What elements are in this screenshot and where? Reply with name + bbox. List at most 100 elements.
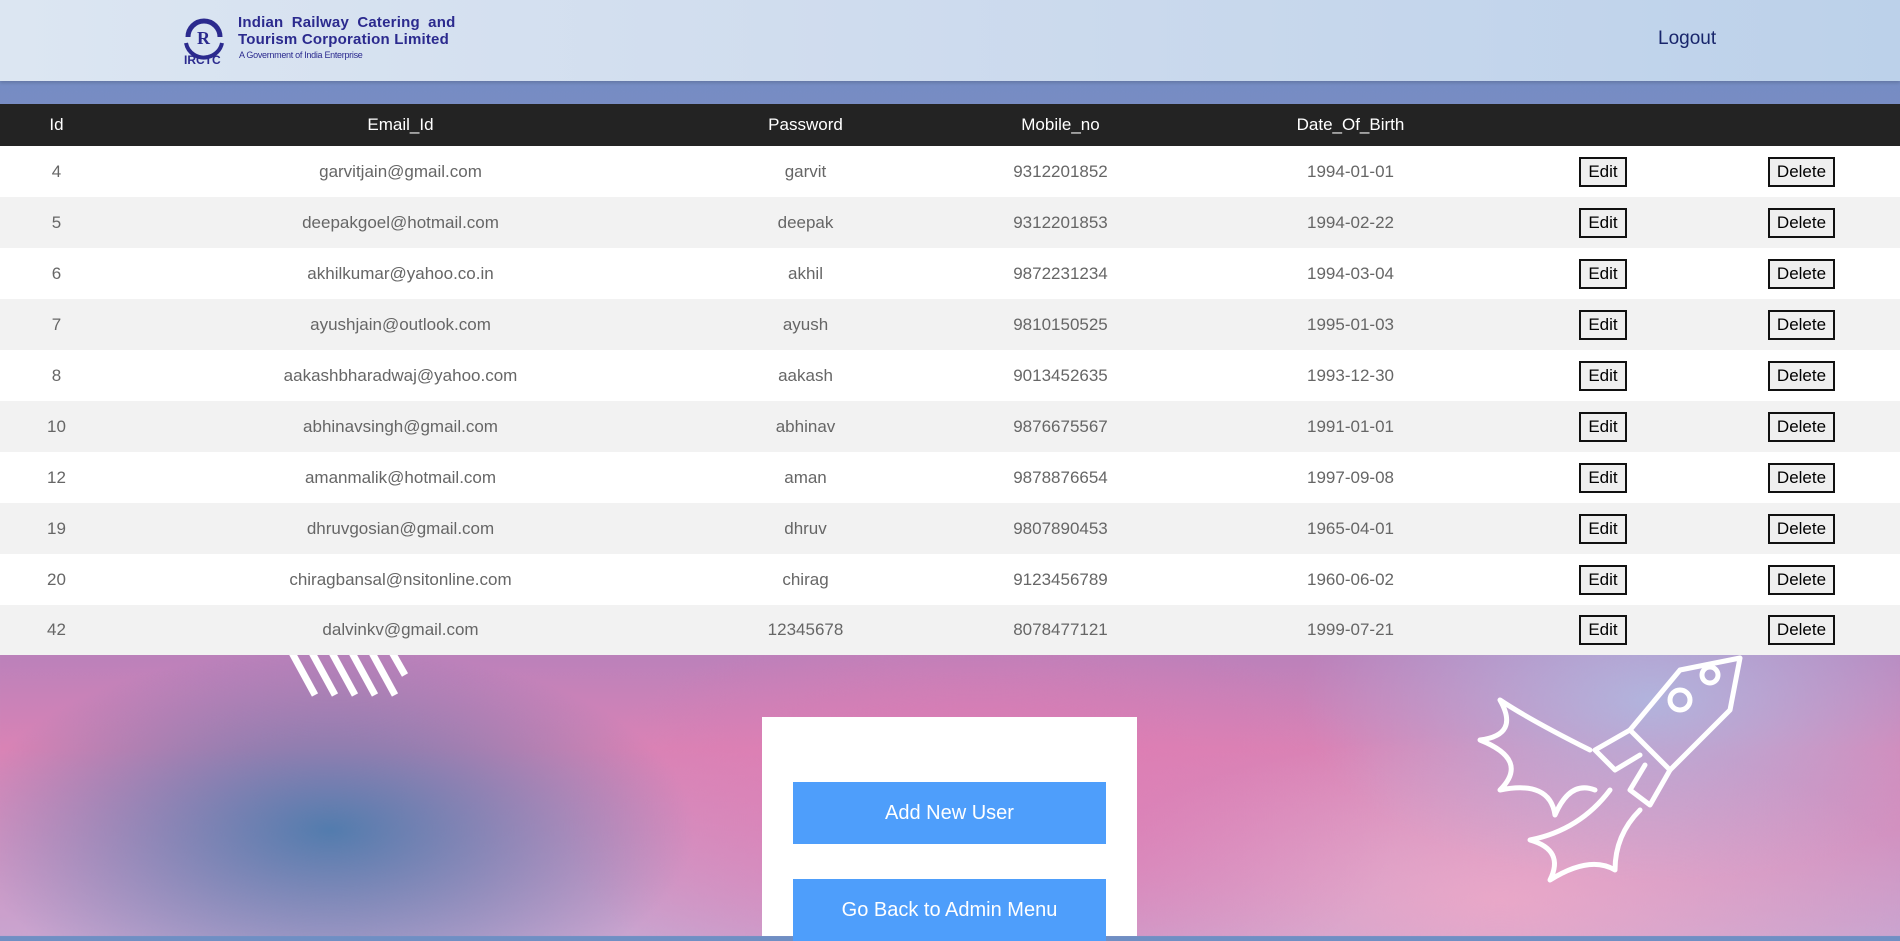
cell-password: garvit: [784, 161, 827, 181]
cell-email: garvitjain@gmail.com: [319, 161, 482, 181]
cell-delete: Delete: [1703, 146, 1900, 197]
delete-button[interactable]: Delete: [1767, 309, 1836, 340]
cell-dob: 1997-09-08: [1307, 467, 1394, 487]
cell-edit: Edit: [1503, 554, 1703, 605]
column-header-mobile: Mobile_no: [1021, 115, 1100, 134]
edit-button[interactable]: Edit: [1579, 513, 1627, 544]
logo-abbreviation: IRCTC: [184, 53, 221, 67]
column-header-password: Password: [768, 115, 843, 134]
edit-button[interactable]: Edit: [1579, 156, 1627, 187]
cell-edit: Edit: [1503, 197, 1703, 248]
cell-password: chirag: [782, 569, 829, 589]
cell-email: dalvinkv@gmail.com: [322, 620, 479, 639]
cell-email: dhruvgosian@gmail.com: [306, 518, 495, 538]
delete-button[interactable]: Delete: [1767, 360, 1836, 391]
users-table: Id Email_Id Password Mobile_no Date_Of_B…: [0, 104, 1900, 655]
cell-email: chiragbansal@nsitonline.com: [289, 569, 512, 589]
cell-mobile: 8078477121: [1013, 620, 1108, 639]
cell-delete: Delete: [1703, 299, 1900, 350]
rocket-illustration: [1477, 655, 1743, 883]
cell-dob: 1994-02-22: [1307, 212, 1394, 232]
cell-dob: 1994-01-01: [1307, 161, 1394, 181]
cell-mobile: 9013452635: [1013, 365, 1108, 385]
cell-dob: 1965-04-01: [1307, 518, 1394, 538]
edit-button[interactable]: Edit: [1579, 309, 1627, 340]
cell-id: 4: [51, 161, 62, 181]
logout-link[interactable]: Logout: [1658, 28, 1716, 50]
edit-button[interactable]: Edit: [1579, 615, 1627, 645]
table-row: 20 chiragbansal@nsitonline.com chirag 91…: [0, 554, 1900, 605]
cell-edit: Edit: [1503, 299, 1703, 350]
cell-email: abhinavsingh@gmail.com: [303, 416, 498, 436]
delete-button[interactable]: Delete: [1767, 615, 1836, 645]
actions-panel: Add New User Go Back to Admin Menu: [762, 717, 1137, 941]
delete-button[interactable]: Delete: [1767, 156, 1836, 187]
edit-button[interactable]: Edit: [1579, 411, 1627, 442]
table-row: 7 ayushjain@outlook.com ayush 9810150525…: [0, 299, 1900, 350]
cell-mobile: 9807890453: [1013, 518, 1108, 538]
table-row: 19 dhruvgosian@gmail.com dhruv 980789045…: [0, 503, 1900, 554]
table-row: 5 deepakgoel@hotmail.com deepak 93122018…: [0, 197, 1900, 248]
cell-id: 5: [51, 212, 62, 232]
delete-button[interactable]: Delete: [1767, 411, 1836, 442]
add-new-user-button[interactable]: Add New User: [793, 782, 1106, 844]
cell-id: 42: [47, 620, 66, 639]
svg-text:R: R: [197, 28, 211, 48]
table-row: 8 aakashbharadwaj@yahoo.com aakash 90134…: [0, 350, 1900, 401]
edit-button[interactable]: Edit: [1579, 360, 1627, 391]
delete-button[interactable]: Delete: [1767, 258, 1836, 289]
cell-dob: 1991-01-01: [1307, 416, 1394, 436]
cell-edit: Edit: [1503, 503, 1703, 554]
cell-dob: 1995-01-03: [1307, 314, 1394, 334]
cell-edit: Edit: [1503, 146, 1703, 197]
cell-edit: Edit: [1503, 452, 1703, 503]
delete-button[interactable]: Delete: [1767, 207, 1836, 238]
cell-email: ayushjain@outlook.com: [310, 314, 491, 334]
cell-id: 8: [51, 365, 62, 385]
cell-mobile: 9876675567: [1013, 416, 1108, 436]
cell-password: akhil: [788, 263, 823, 283]
cell-mobile: 9312201853: [1013, 212, 1108, 232]
cell-id: 10: [47, 416, 66, 436]
cell-edit: Edit: [1503, 248, 1703, 299]
edit-button[interactable]: Edit: [1579, 207, 1627, 238]
cell-password: 12345678: [767, 620, 844, 639]
cell-id: 7: [51, 314, 62, 334]
cell-delete: Delete: [1703, 248, 1900, 299]
cell-delete: Delete: [1703, 605, 1900, 655]
table-row: 4 garvitjain@gmail.com garvit 9312201852…: [0, 146, 1900, 197]
cell-delete: Delete: [1703, 350, 1900, 401]
cell-password: dhruv: [784, 518, 827, 538]
cell-mobile: 9123456789: [1013, 569, 1108, 589]
cell-delete: Delete: [1703, 401, 1900, 452]
back-to-admin-menu-button[interactable]: Go Back to Admin Menu: [793, 879, 1106, 941]
top-header: R Indian Railway Catering and Tourism Co…: [0, 0, 1900, 81]
delete-button[interactable]: Delete: [1767, 513, 1836, 544]
cell-id: 6: [51, 263, 62, 283]
delete-button[interactable]: Delete: [1767, 564, 1836, 595]
cell-edit: Edit: [1503, 401, 1703, 452]
cell-password: abhinav: [775, 416, 836, 436]
cell-delete: Delete: [1703, 197, 1900, 248]
cell-password: aman: [784, 467, 827, 487]
cell-dob: 1999-07-21: [1307, 620, 1394, 639]
edit-button[interactable]: Edit: [1579, 462, 1627, 493]
cell-dob: 1960-06-02: [1307, 569, 1394, 589]
cell-id: 20: [47, 569, 66, 589]
logo-line-1: Indian Railway Catering and: [238, 14, 456, 31]
delete-button[interactable]: Delete: [1767, 462, 1836, 493]
cell-dob: 1994-03-04: [1307, 263, 1394, 283]
column-header-dob: Date_Of_Birth: [1296, 115, 1405, 134]
table-row: 10 abhinavsingh@gmail.com abhinav 987667…: [0, 401, 1900, 452]
cell-dob: 1993-12-30: [1307, 365, 1394, 385]
cell-email: akhilkumar@yahoo.co.in: [307, 263, 494, 283]
cell-mobile: 9312201852: [1013, 161, 1108, 181]
cell-email: deepakgoel@hotmail.com: [302, 212, 499, 232]
cell-mobile: 9878876654: [1013, 467, 1108, 487]
cell-delete: Delete: [1703, 503, 1900, 554]
edit-button[interactable]: Edit: [1579, 564, 1627, 595]
edit-button[interactable]: Edit: [1579, 258, 1627, 289]
table-row: 42 dalvinkv@gmail.com 12345678 807847712…: [0, 605, 1900, 655]
table-row: 12 amanmalik@hotmail.com aman 9878876654…: [0, 452, 1900, 503]
cell-email: aakashbharadwaj@yahoo.com: [283, 365, 518, 385]
